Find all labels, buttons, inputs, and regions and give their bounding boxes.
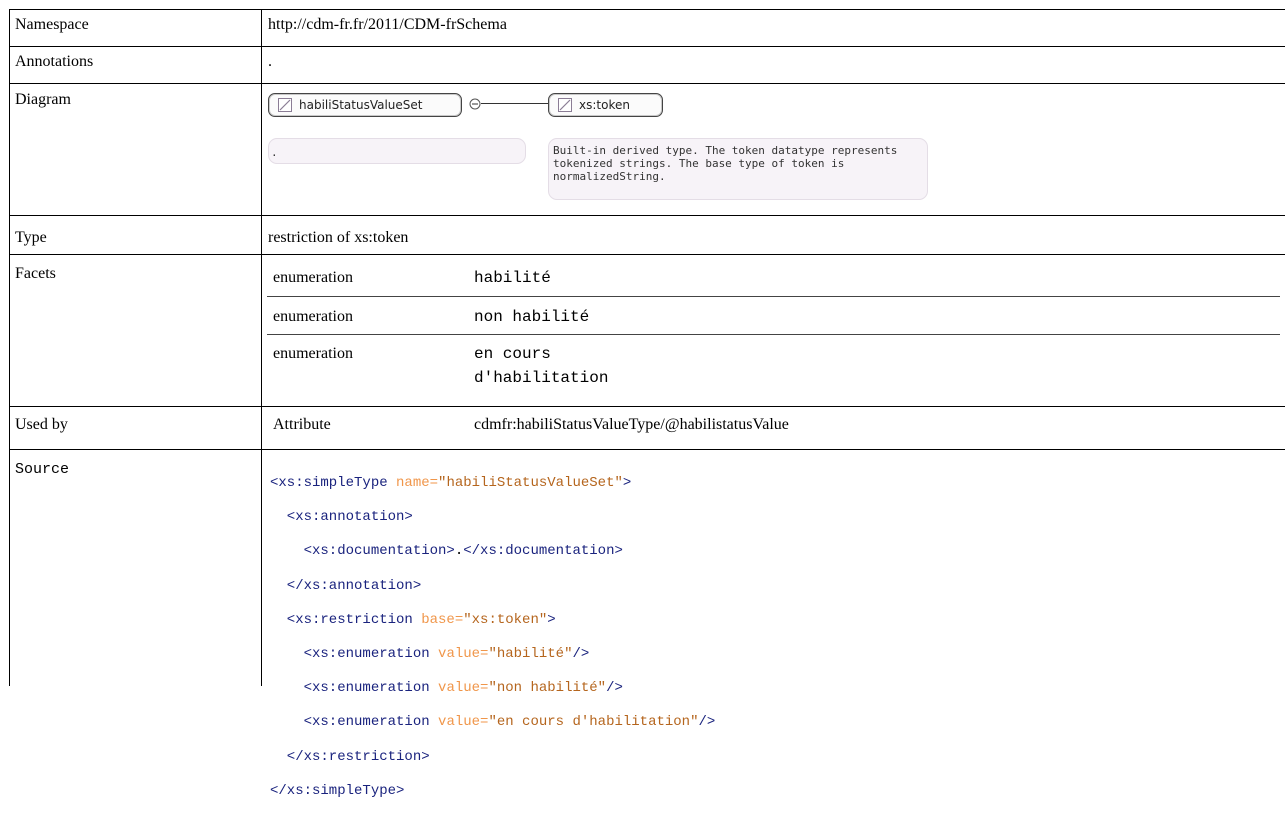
source-line: <xs:enumeration value="habilité"/> bbox=[270, 646, 590, 663]
facet-name: enumeration bbox=[273, 345, 353, 362]
source-line: </xs:restriction> bbox=[270, 748, 430, 765]
source-line: <xs:restriction base="xs:token"> bbox=[270, 611, 556, 628]
annotations-value: . bbox=[268, 53, 272, 70]
simple-type-icon bbox=[558, 98, 572, 112]
facet-divider bbox=[267, 296, 1280, 297]
source-label: Source bbox=[15, 461, 70, 478]
column-divider bbox=[261, 9, 262, 686]
facet-value: en cours bbox=[474, 345, 551, 363]
source-line: <xs:enumeration value="en cours d'habili… bbox=[270, 714, 716, 731]
facet-value: non habilité bbox=[474, 308, 590, 326]
base-type-doc-line: normalizedString. bbox=[553, 170, 666, 183]
base-type-node[interactable]: xs:token bbox=[548, 93, 663, 117]
used-by-kind: Attribute bbox=[273, 416, 331, 433]
source-line: <xs:annotation> bbox=[270, 509, 413, 526]
row-divider bbox=[9, 449, 1285, 450]
row-divider bbox=[9, 406, 1285, 407]
row-divider bbox=[9, 254, 1285, 255]
source-line: </xs:simpleType> bbox=[270, 782, 405, 799]
table-border-top bbox=[9, 9, 1285, 10]
facet-divider bbox=[267, 334, 1280, 335]
source-line: </xs:annotation> bbox=[270, 577, 422, 594]
main-type-node[interactable]: habiliStatusValueSet bbox=[268, 93, 462, 117]
used-by-label: Used by bbox=[15, 416, 68, 433]
namespace-label: Namespace bbox=[15, 16, 89, 33]
base-type-doc-line: tokenized strings. The base type of toke… bbox=[553, 157, 845, 170]
source-line: <xs:enumeration value="non habilité"/> bbox=[270, 680, 623, 697]
type-label: Type bbox=[15, 229, 47, 246]
base-type-doc-box: Built-in derived type. The token datatyp… bbox=[548, 138, 928, 200]
connector-line bbox=[481, 103, 549, 104]
type-value: restriction of xs:token bbox=[268, 229, 409, 246]
main-type-doc-text: . bbox=[271, 146, 278, 159]
row-divider bbox=[9, 215, 1285, 216]
table-border-left bbox=[9, 9, 10, 686]
main-type-doc-box: . bbox=[268, 138, 526, 164]
row-divider bbox=[9, 83, 1285, 84]
namespace-value: http://cdm-fr.fr/2011/CDM-frSchema bbox=[268, 16, 507, 33]
source-line: <xs:documentation>.</xs:documentation> bbox=[270, 543, 623, 560]
row-divider bbox=[9, 46, 1285, 47]
diagram-label: Diagram bbox=[15, 91, 71, 108]
facet-value: d'habilitation bbox=[474, 369, 609, 387]
collapse-toggle-icon[interactable] bbox=[469, 98, 481, 110]
used-by-ref-link[interactable]: cdmfr:habiliStatusValueType/@habilistatu… bbox=[474, 416, 789, 434]
facet-value: habilité bbox=[474, 269, 551, 287]
source-line: <xs:simpleType name="habiliStatusValueSe… bbox=[270, 475, 632, 492]
annotations-label: Annotations bbox=[15, 53, 94, 70]
source-code: <xs:simpleType name="habiliStatusValueSe… bbox=[270, 458, 715, 817]
base-type-node-label: xs:token bbox=[579, 98, 630, 112]
main-type-node-label: habiliStatusValueSet bbox=[299, 98, 423, 112]
simple-type-icon bbox=[278, 98, 292, 112]
facet-name: enumeration bbox=[273, 308, 353, 325]
facet-name: enumeration bbox=[273, 269, 353, 286]
base-type-doc-line: Built-in derived type. The token datatyp… bbox=[553, 144, 898, 157]
facets-label: Facets bbox=[15, 265, 56, 282]
